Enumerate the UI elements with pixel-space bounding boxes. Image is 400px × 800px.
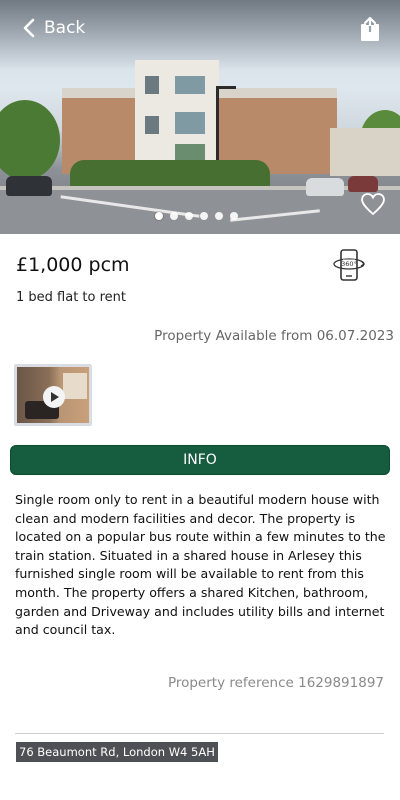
carousel-dot[interactable] [215,212,223,220]
property-reference: Property reference 1629891897 [167,675,384,691]
carousel-dot[interactable] [200,212,208,220]
property-address: 76 Beaumont Rd, London W4 5AH [16,742,218,762]
property-description: Single room only to rent in a beautiful … [15,492,386,638]
heart-icon[interactable] [360,192,386,216]
photo-building-right [330,128,400,176]
info-button-label: INFO [183,452,217,468]
chevron-left-icon [23,18,35,38]
360-view-icon[interactable]: 360° [332,249,366,281]
carousel-dot[interactable] [185,212,193,220]
carousel-dot[interactable] [155,212,163,220]
availability-date: Property Available from 06.07.2023 [154,328,394,344]
photo-car [6,176,52,196]
info-tab-button[interactable]: INFO [10,445,390,475]
video-thumbnail[interactable] [14,364,92,426]
svg-text:360°: 360° [341,260,357,268]
photo-tree-left [0,100,60,180]
play-icon[interactable] [43,386,65,408]
carousel-indicator [155,212,238,220]
carousel-dot[interactable] [170,212,178,220]
photo-car [348,176,378,192]
listing-price: £1,000 pcm [16,254,130,276]
property-photo-carousel[interactable]: Back [0,0,400,234]
carousel-dot[interactable] [230,212,238,220]
listing-type: 1 bed flat to rent [16,290,126,305]
share-icon[interactable] [358,16,382,42]
thumb-window [63,373,87,399]
back-label: Back [44,18,86,38]
back-button[interactable]: Back [22,18,85,38]
photo-car [306,178,344,196]
section-divider [15,733,384,734]
